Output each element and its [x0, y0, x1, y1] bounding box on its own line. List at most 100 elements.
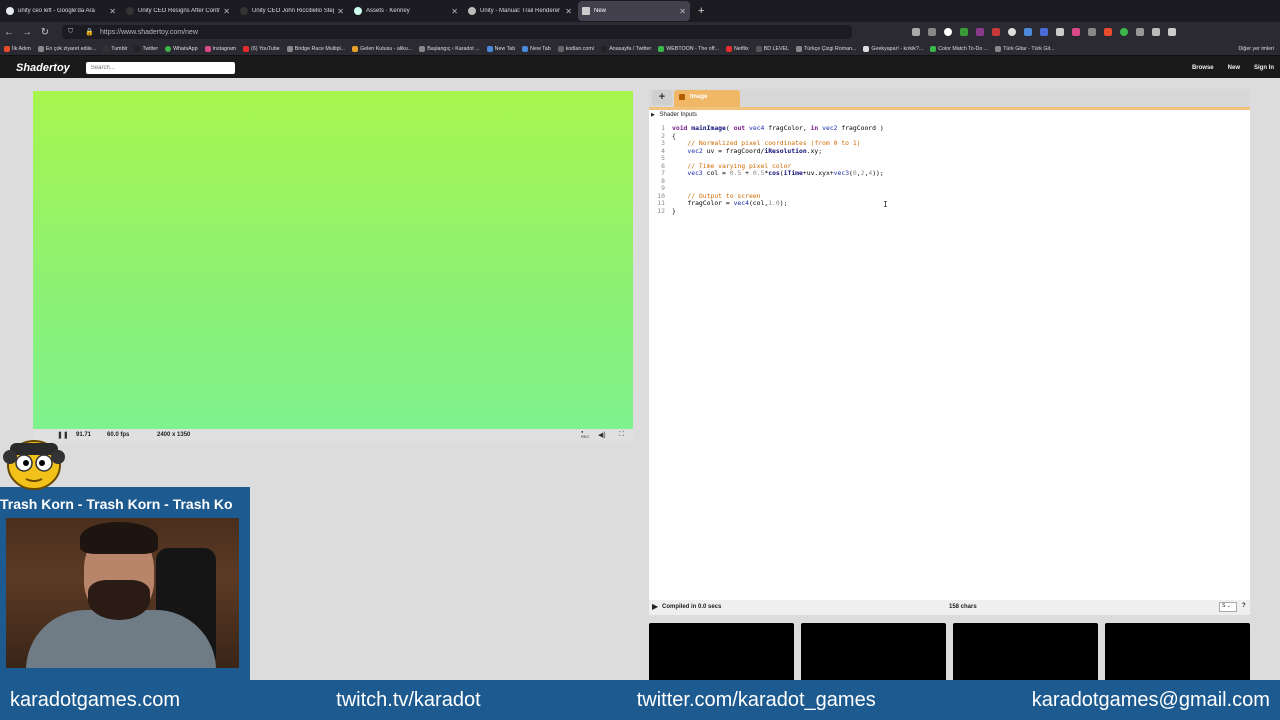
browse-link[interactable]: Browse: [1192, 65, 1214, 71]
menu-icon[interactable]: [1168, 28, 1176, 36]
extension-icon[interactable]: [1120, 28, 1128, 36]
extension-icon[interactable]: [1040, 28, 1048, 36]
code-line: }: [672, 206, 676, 215]
footer-email: karadotgames@gmail.com: [1031, 688, 1270, 711]
code-area[interactable]: 1 2 3 4 5 6 7 8 9 10 11 12 void mainImag…: [651, 124, 1248, 595]
code-lines[interactable]: void mainImage( out vec4 fragColor, in v…: [672, 124, 884, 215]
new-link[interactable]: New: [1228, 65, 1240, 71]
font-size-select[interactable]: S ⌄: [1219, 602, 1237, 612]
channel-2[interactable]: [953, 623, 1098, 683]
shader-inputs-toggle[interactable]: ▶ Shader Inputs: [651, 112, 697, 118]
new-tab-button[interactable]: +: [698, 5, 704, 17]
bookmark-item[interactable]: New Tab: [522, 45, 551, 52]
bookmark-item[interactable]: Türk Gitar - Türk Git...: [995, 45, 1055, 52]
reload-icon[interactable]: ↻: [36, 27, 54, 38]
bookmark-item[interactable]: Instagram: [204, 45, 236, 52]
tab-title: Assets · Kenney: [366, 8, 410, 14]
extension-icon[interactable]: [1008, 28, 1016, 36]
bookmark-item[interactable]: kodlan.com/: [557, 45, 595, 52]
bookmark-item[interactable]: Tumblr: [103, 45, 127, 52]
bookmark-item[interactable]: WhatsApp: [165, 45, 198, 52]
close-icon[interactable]: ✕: [223, 7, 230, 16]
download-icon[interactable]: [928, 28, 936, 36]
code-line: vec2 uv = fragCoord/iResolution.xy;: [687, 146, 823, 155]
resolution-readout: 2400 x 1350: [157, 432, 191, 438]
bookmark-item[interactable]: (6) YouTube: [243, 45, 280, 52]
extension-icon[interactable]: [1024, 28, 1032, 36]
pocket-icon[interactable]: [912, 28, 920, 36]
bookmark-item[interactable]: Başlangıç ‹ Karadot ...: [419, 45, 480, 52]
bookmark-label: En çok ziyaret edile...: [45, 45, 97, 52]
channel-1[interactable]: [801, 623, 946, 683]
close-icon[interactable]: ✕: [565, 7, 572, 16]
image-icon: [679, 94, 685, 100]
close-icon[interactable]: ✕: [451, 7, 458, 16]
browser-tab-4[interactable]: Assets · Kenney ✕: [350, 1, 462, 21]
bookmark-label: kodlan.com/: [565, 45, 595, 52]
browser-tab-6[interactable]: New ✕: [578, 1, 690, 21]
bookmarks-bar: İlk Adım En çok ziyaret edile... Tumblr …: [0, 42, 1280, 56]
extension-icon[interactable]: [960, 28, 968, 36]
shadertoy-logo[interactable]: Shadertoy: [16, 62, 70, 74]
bookmark-item[interactable]: Color Match To-Do ...: [930, 45, 989, 52]
browser-tab-5[interactable]: Unity - Manual: Trail Renderer c ✕: [464, 1, 576, 21]
time-readout: 91.71: [76, 432, 92, 438]
line-gutter: 1 2 3 4 5 6 7 8 9 10 11 12: [651, 124, 665, 215]
fps-readout: 60.0 fps: [107, 432, 130, 438]
other-bookmarks[interactable]: Diğer yer imleri: [1238, 46, 1274, 52]
volume-icon[interactable]: ◀): [598, 431, 606, 439]
bookmark-label: İlk Adım: [12, 45, 31, 52]
extension-icon[interactable]: [1088, 28, 1096, 36]
devtools-icon[interactable]: [1136, 28, 1144, 36]
extension-icon[interactable]: [976, 28, 984, 36]
bookmark-label: New Tab: [530, 45, 551, 52]
bookmark-item[interactable]: İlk Adım: [4, 45, 31, 52]
bookmark-item[interactable]: Geekyapar! - kırkik?...: [863, 45, 923, 52]
add-tab-button[interactable]: +: [652, 90, 672, 105]
bookmark-label: (6) YouTube: [251, 45, 280, 52]
close-icon[interactable]: ✕: [679, 7, 686, 16]
bookmark-item[interactable]: Anasayfa / Twitter: [601, 45, 651, 52]
extension-icon[interactable]: [1152, 28, 1160, 36]
tab-image[interactable]: Image: [674, 90, 740, 107]
search-input[interactable]: [85, 61, 235, 74]
tab-title: unity ceo left - Google'da Ara: [18, 8, 95, 14]
extension-icon[interactable]: [992, 28, 1000, 36]
help-button[interactable]: ?: [1242, 603, 1246, 609]
fullscreen-icon[interactable]: ⛶: [619, 431, 624, 439]
extension-icon[interactable]: [944, 28, 952, 36]
record-icon[interactable]: ● REC: [581, 429, 589, 439]
bookmark-item[interactable]: Twitter: [134, 45, 158, 52]
browser-tab-2[interactable]: Unity CEO Resigns After Contro ✕: [122, 1, 234, 21]
webcam-feed: [6, 518, 239, 668]
page-icon: [126, 7, 134, 15]
compile-button[interactable]: ▶: [652, 602, 658, 611]
channel-0[interactable]: [649, 623, 794, 683]
bookmark-item[interactable]: En çok ziyaret edile...: [37, 45, 97, 52]
shadertoy-header: Shadertoy Browse New Sign In: [0, 57, 1280, 78]
bookmark-item[interactable]: BD LEVEL: [755, 45, 789, 52]
browser-tab-3[interactable]: Unity CEO John Riccitiello Steps ✕: [236, 1, 348, 21]
bookmark-item[interactable]: New Tab: [486, 45, 515, 52]
close-icon[interactable]: ✕: [337, 7, 344, 16]
forward-icon[interactable]: →: [18, 27, 36, 38]
bookmark-item[interactable]: Gelen Kutusu - aliku...: [352, 45, 412, 52]
channel-3[interactable]: [1105, 623, 1250, 683]
close-icon[interactable]: ✕: [109, 7, 116, 16]
back-icon[interactable]: ←: [0, 27, 18, 38]
browser-nav-bar: ← → ↻ ⛉ 🔒 https://www.shadertoy.com/new: [0, 22, 1280, 42]
extension-icon[interactable]: [1072, 28, 1080, 36]
address-bar[interactable]: ⛉ 🔒 https://www.shadertoy.com/new: [62, 25, 852, 39]
bookmark-item[interactable]: WEBTOON - The off...: [658, 45, 719, 52]
browser-tab-1[interactable]: unity ceo left - Google'da Ara ✕: [2, 1, 120, 21]
bookmark-label: Türkçe Çizgi Roman...: [804, 45, 857, 52]
streamer-beard: [88, 580, 150, 620]
sign-in-link[interactable]: Sign In: [1254, 65, 1274, 71]
extension-icon[interactable]: [1056, 28, 1064, 36]
bookmark-item[interactable]: Türkçe Çizgi Roman...: [796, 45, 857, 52]
bookmark-label: Color Match To-Do ...: [938, 45, 989, 52]
bookmark-item[interactable]: Netflix: [725, 45, 749, 52]
shader-canvas[interactable]: [33, 91, 633, 429]
extension-icon[interactable]: [1104, 28, 1112, 36]
bookmark-item[interactable]: Bridge Race Multipl...: [286, 45, 345, 52]
